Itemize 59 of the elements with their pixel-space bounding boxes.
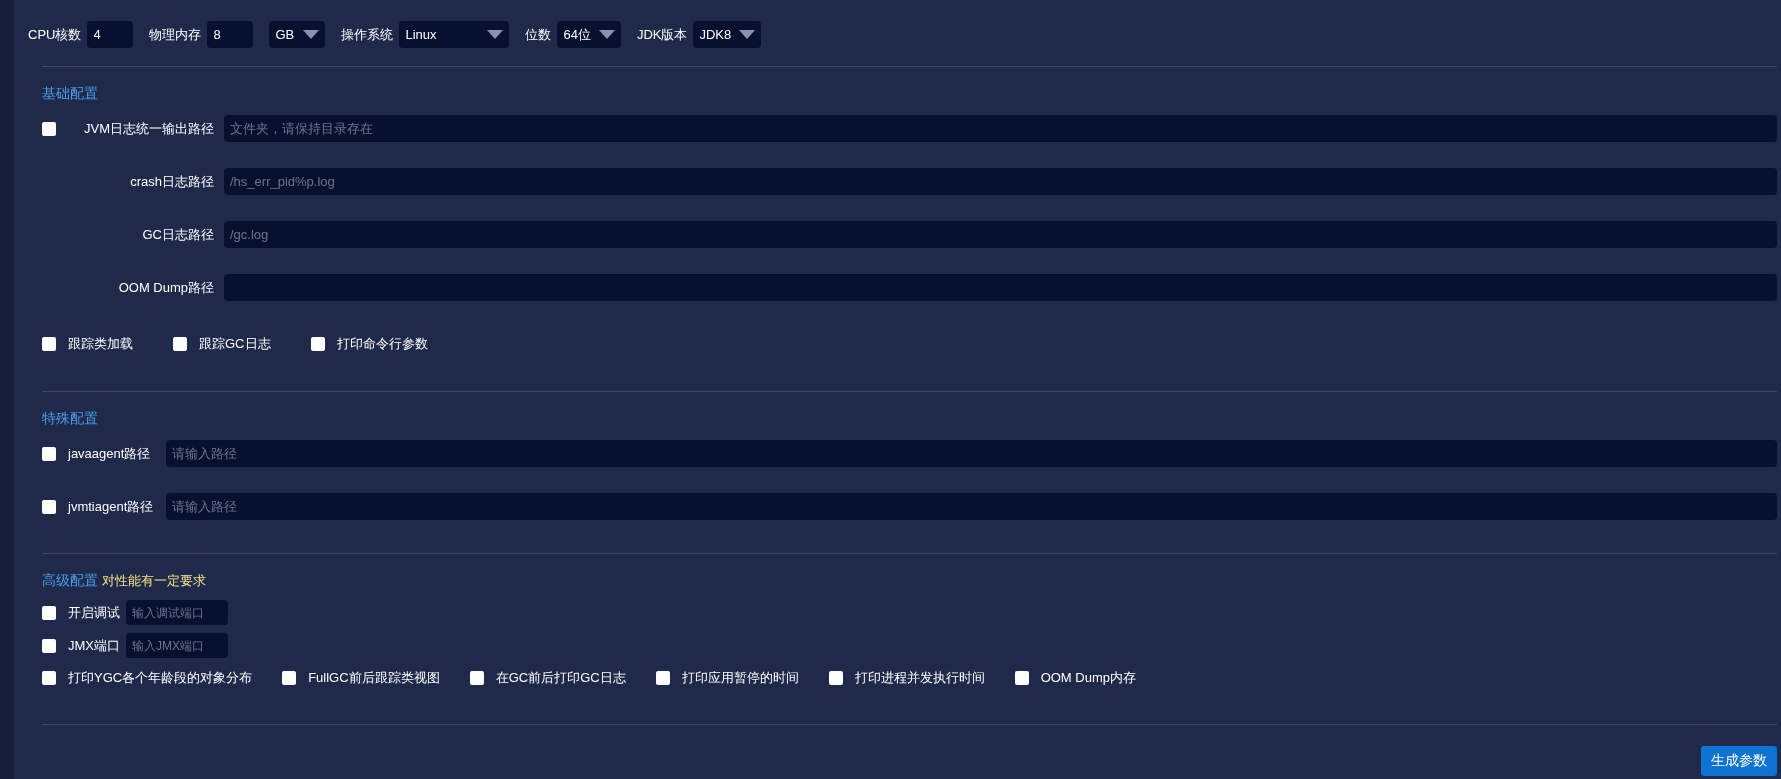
field-label: 位数 [525,25,552,44]
checkbox[interactable] [469,671,484,685]
field-label: jvmtiagent路径 [68,497,155,516]
checkbox[interactable] [42,121,56,136]
section-note: 对性能有一定要求 [102,572,206,590]
checkbox-label: 打印进程并发执行时间 [854,669,985,687]
field-label: OOM Dump路径 [118,278,214,297]
generate-button[interactable]: 生成参数 [1701,746,1777,776]
checkbox[interactable] [42,638,56,653]
caret-icon [598,30,615,39]
checkbox-label: FullGC前后跟踪类视图 [308,669,440,687]
section-title: 基础配置 [42,85,99,103]
checkbox[interactable] [655,671,670,685]
input-field[interactable]: /gc.log [224,221,1777,248]
checkbox-label: 打印应用暂停的时间 [681,669,799,687]
input-field[interactable]: 文件夹，请保持目录存在 [224,115,1777,142]
field-label: crash日志路径 [130,172,214,191]
checkbox-label: 跟踪GC日志 [199,335,271,353]
checkbox[interactable] [42,671,56,685]
port-field[interactable]: 输入调试端口 [126,600,228,625]
checkbox-label: 打印YGC各个年龄段的对象分布 [68,669,253,687]
field-label: 开启调试 [68,603,120,622]
field-label: JVM日志统一输出路径 [84,119,214,138]
section-title: 高级配置 [42,572,98,590]
field-label: 操作系统 [341,25,394,44]
checkbox-label: 打印命令行参数 [336,335,428,353]
dropdown[interactable]: GB [269,21,326,48]
checkbox-label: 跟踪类加载 [68,335,133,353]
caret-icon [487,30,504,39]
input-field[interactable]: 4 [87,21,134,48]
input-field[interactable]: 请输入路径 [166,493,1777,520]
checkbox[interactable] [1014,671,1029,685]
input-field[interactable]: 8 [207,21,254,48]
checkbox[interactable] [42,337,56,351]
caret-icon [739,30,756,39]
checkbox[interactable] [828,671,843,685]
checkbox-label: 在GC前后打印GC日志 [495,669,626,687]
field-label: JDK版本 [636,25,688,44]
field-label: javaagent路径 [68,444,152,463]
checkbox[interactable] [42,446,56,461]
field-label: 物理内存 [149,25,202,44]
checkbox[interactable] [310,337,325,351]
dropdown[interactable]: JDK8 [693,21,762,48]
caret-icon [303,30,320,39]
checkbox-label: OOM Dump内存 [1040,669,1136,687]
field-label: CPU核数 [28,25,82,44]
checkbox[interactable] [173,337,187,351]
field-label: GC日志路径 [142,225,214,244]
dropdown[interactable]: Linux [399,21,510,48]
checkbox[interactable] [282,671,297,685]
input-field[interactable] [224,274,1777,301]
input-field[interactable]: 请输入路径 [166,440,1777,467]
checkbox[interactable] [42,605,56,620]
port-field[interactable]: 输入JMX端口 [126,633,228,658]
input-field[interactable]: /hs_err_pid%p.log [224,168,1777,195]
dropdown[interactable]: 64位 [557,21,621,48]
field-label: JMX端口 [68,636,120,655]
checkbox[interactable] [42,499,56,514]
section-title: 特殊配置 [42,410,99,428]
